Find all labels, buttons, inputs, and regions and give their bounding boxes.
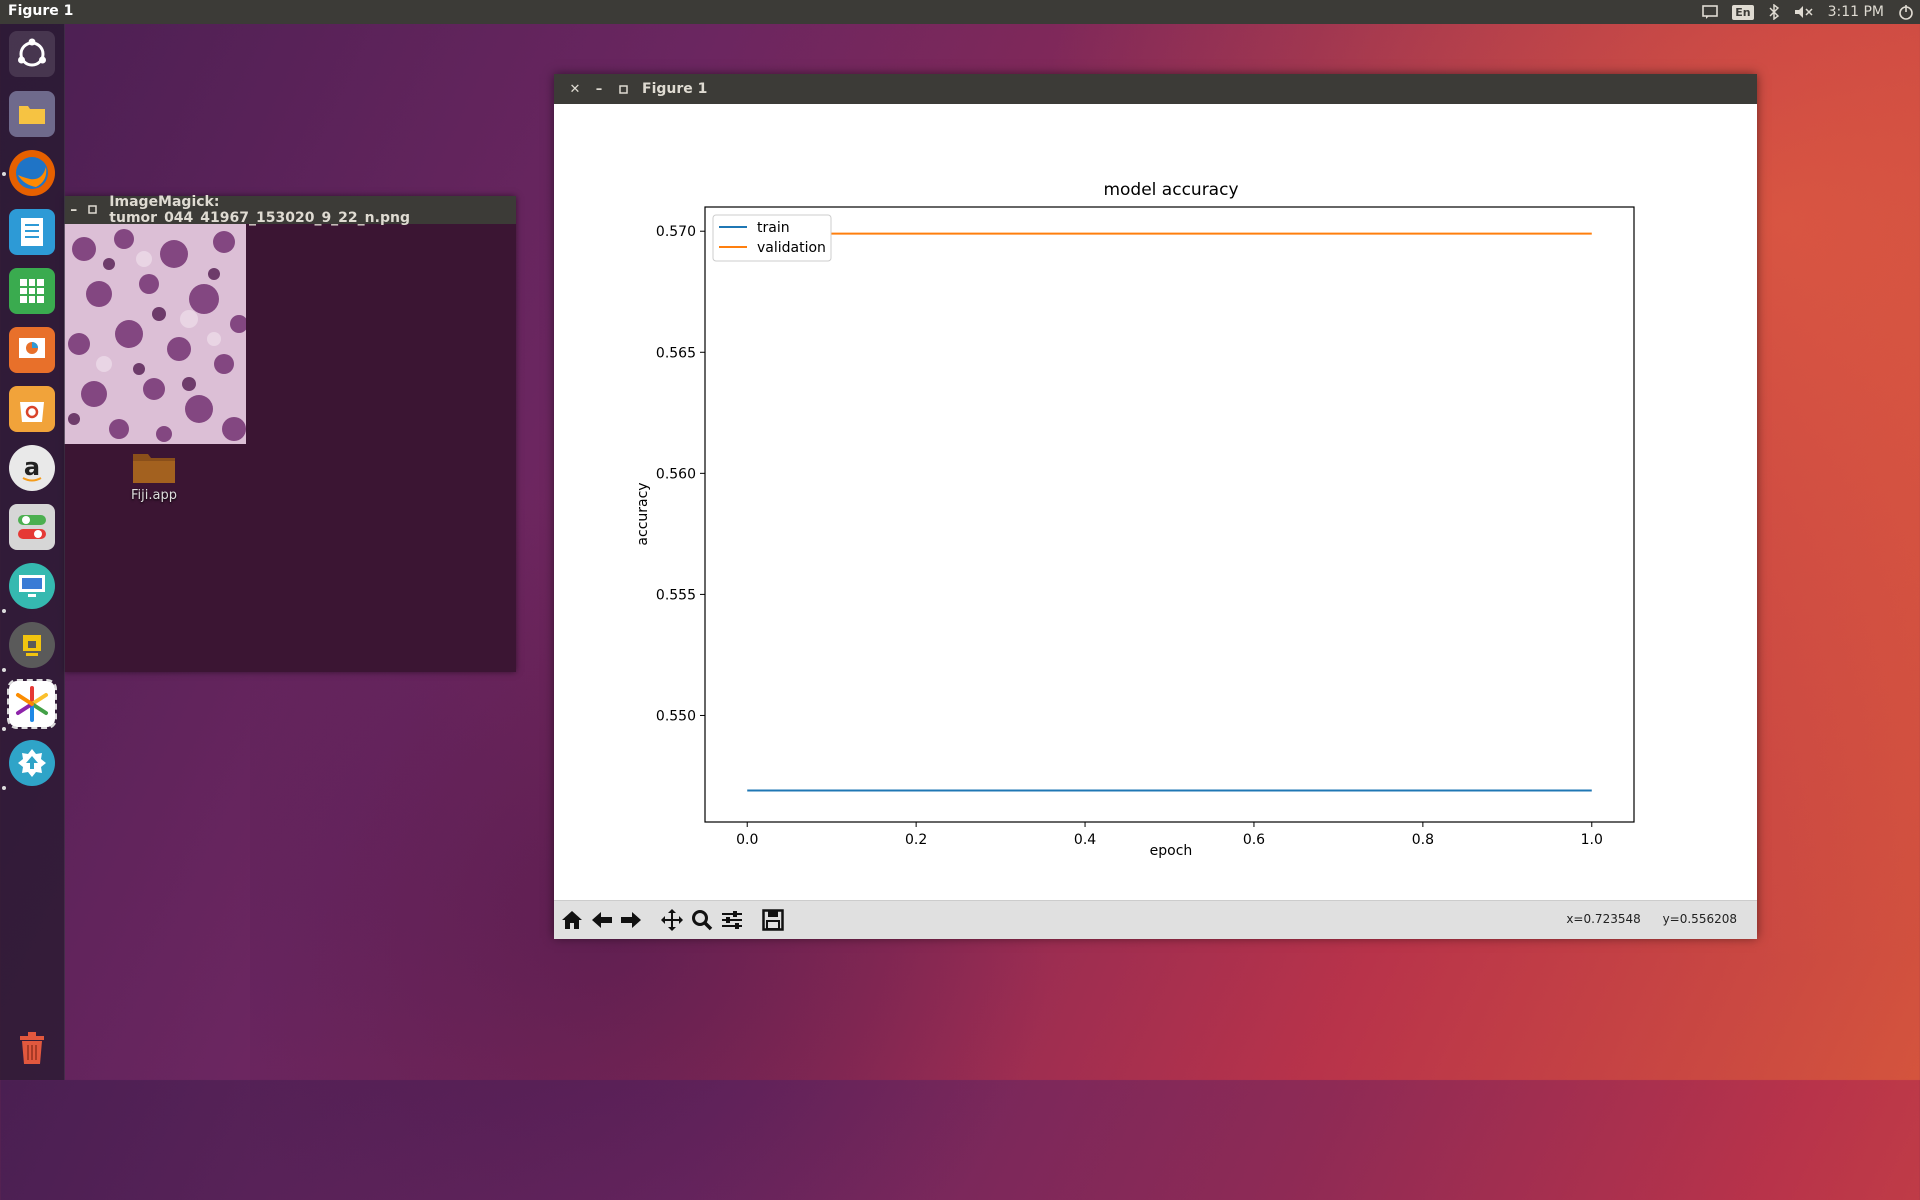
home-icon[interactable] — [558, 906, 586, 934]
x-tick-label: 0.6 — [1243, 832, 1265, 848]
back-arrow-icon[interactable] — [588, 906, 616, 934]
figure-titlebar[interactable]: ✕ – Figure 1 — [554, 74, 1757, 104]
trash-icon[interactable] — [9, 1025, 55, 1071]
impress-icon[interactable] — [9, 327, 55, 373]
files-icon[interactable] — [9, 91, 55, 137]
x-tick-label: 0.2 — [905, 832, 927, 848]
imagemagick-window[interactable]: – ImageMagick: tumor_044_41967_153020_9_… — [64, 194, 516, 672]
running-indicator — [2, 609, 6, 613]
desktop-icon-label: Fiji.app — [131, 488, 177, 503]
legend-label-validation: validation — [757, 240, 826, 256]
y-axis-ticks: 0.550 0.555 0.560 0.565 0.570 — [656, 224, 705, 724]
zoom-icon[interactable] — [688, 906, 716, 934]
y-axis-label: accuracy — [635, 482, 651, 545]
configure-subplots-icon[interactable] — [718, 906, 746, 934]
close-button[interactable]: ✕ — [566, 80, 584, 98]
running-indicator — [2, 786, 6, 790]
imagemagick-titlebar[interactable]: – ImageMagick: tumor_044_41967_153020_9_… — [64, 194, 516, 226]
y-tick-label: 0.565 — [656, 345, 696, 361]
minimize-button[interactable]: – — [590, 80, 608, 98]
running-indicator — [2, 668, 6, 672]
x-tick-label: 1.0 — [1581, 832, 1603, 848]
maximize-button[interactable] — [614, 80, 632, 98]
folder-icon — [133, 454, 175, 483]
pan-icon[interactable] — [658, 906, 686, 934]
running-indicator — [2, 727, 6, 731]
x-tick-label: 0.0 — [736, 832, 758, 848]
figure-window[interactable]: ✕ – Figure 1 model accuracy 0.550 0.555 0.… — [554, 74, 1757, 939]
save-icon[interactable] — [759, 906, 787, 934]
chart-title: model accuracy — [1103, 180, 1238, 200]
cursor-x-readout: x=0.723548 — [1566, 912, 1641, 926]
y-tick-label: 0.570 — [656, 224, 696, 240]
top-panel: Figure 1 En 3:11 PM — [0, 0, 1920, 24]
y-tick-label: 0.550 — [656, 708, 696, 724]
x-tick-label: 0.8 — [1412, 832, 1434, 848]
minimize-button[interactable]: – — [64, 202, 84, 218]
firefox-icon[interactable] — [9, 150, 55, 196]
software-updater-icon[interactable] — [9, 740, 55, 786]
x-axis-label: epoch — [1150, 843, 1193, 859]
bluetooth-icon[interactable] — [1768, 0, 1780, 24]
clock[interactable]: 3:11 PM — [1828, 0, 1884, 24]
remote-desktop-icon[interactable] — [9, 563, 55, 609]
launcher: a — [0, 24, 65, 1080]
active-window-title: Figure 1 — [8, 3, 74, 19]
lock-screen-icon[interactable] — [9, 622, 55, 668]
system-tray: En 3:11 PM — [1702, 0, 1914, 24]
maximize-button[interactable] — [87, 202, 100, 218]
y-tick-label: 0.560 — [656, 466, 696, 482]
volume-muted-icon[interactable] — [1794, 0, 1814, 24]
x-tick-label: 0.4 — [1074, 832, 1096, 848]
keyboard-layout-label: En — [1732, 4, 1754, 20]
figure-toolbar: x=0.723548 y=0.556208 — [554, 900, 1757, 939]
amazon-icon[interactable]: a — [9, 445, 55, 491]
forward-arrow-icon[interactable] — [617, 906, 645, 934]
plot-area — [704, 206, 1635, 823]
ubuntu-dash-icon[interactable] — [9, 31, 55, 77]
settings-icon[interactable] — [9, 504, 55, 550]
running-indicator — [2, 172, 6, 176]
legend-label-train: train — [757, 220, 790, 236]
legend: train validation — [712, 214, 832, 262]
calc-icon[interactable] — [9, 268, 55, 314]
software-center-icon[interactable] — [9, 386, 55, 432]
chat-icon[interactable] — [1702, 0, 1719, 24]
figure-title: Figure 1 — [642, 81, 708, 97]
cursor-coordinates: x=0.723548 y=0.556208 — [1548, 912, 1737, 926]
svg-text:a: a — [24, 453, 40, 481]
power-icon[interactable] — [1898, 0, 1914, 24]
chart-canvas[interactable]: model accuracy 0.550 0.555 0.560 0.565 0.570… — [554, 104, 1757, 900]
desktop-folder-fiji[interactable]: Fiji.app — [120, 450, 188, 503]
y-tick-label: 0.555 — [656, 587, 696, 603]
keyboard-layout-indicator[interactable]: En — [1732, 0, 1754, 24]
tissue-image — [64, 224, 246, 444]
imagemagick-title: ImageMagick: tumor_044_41967_153020_9_22… — [109, 194, 410, 226]
cursor-y-readout: y=0.556208 — [1662, 912, 1737, 926]
fiji-icon[interactable] — [7, 679, 57, 729]
writer-icon[interactable] — [9, 209, 55, 255]
